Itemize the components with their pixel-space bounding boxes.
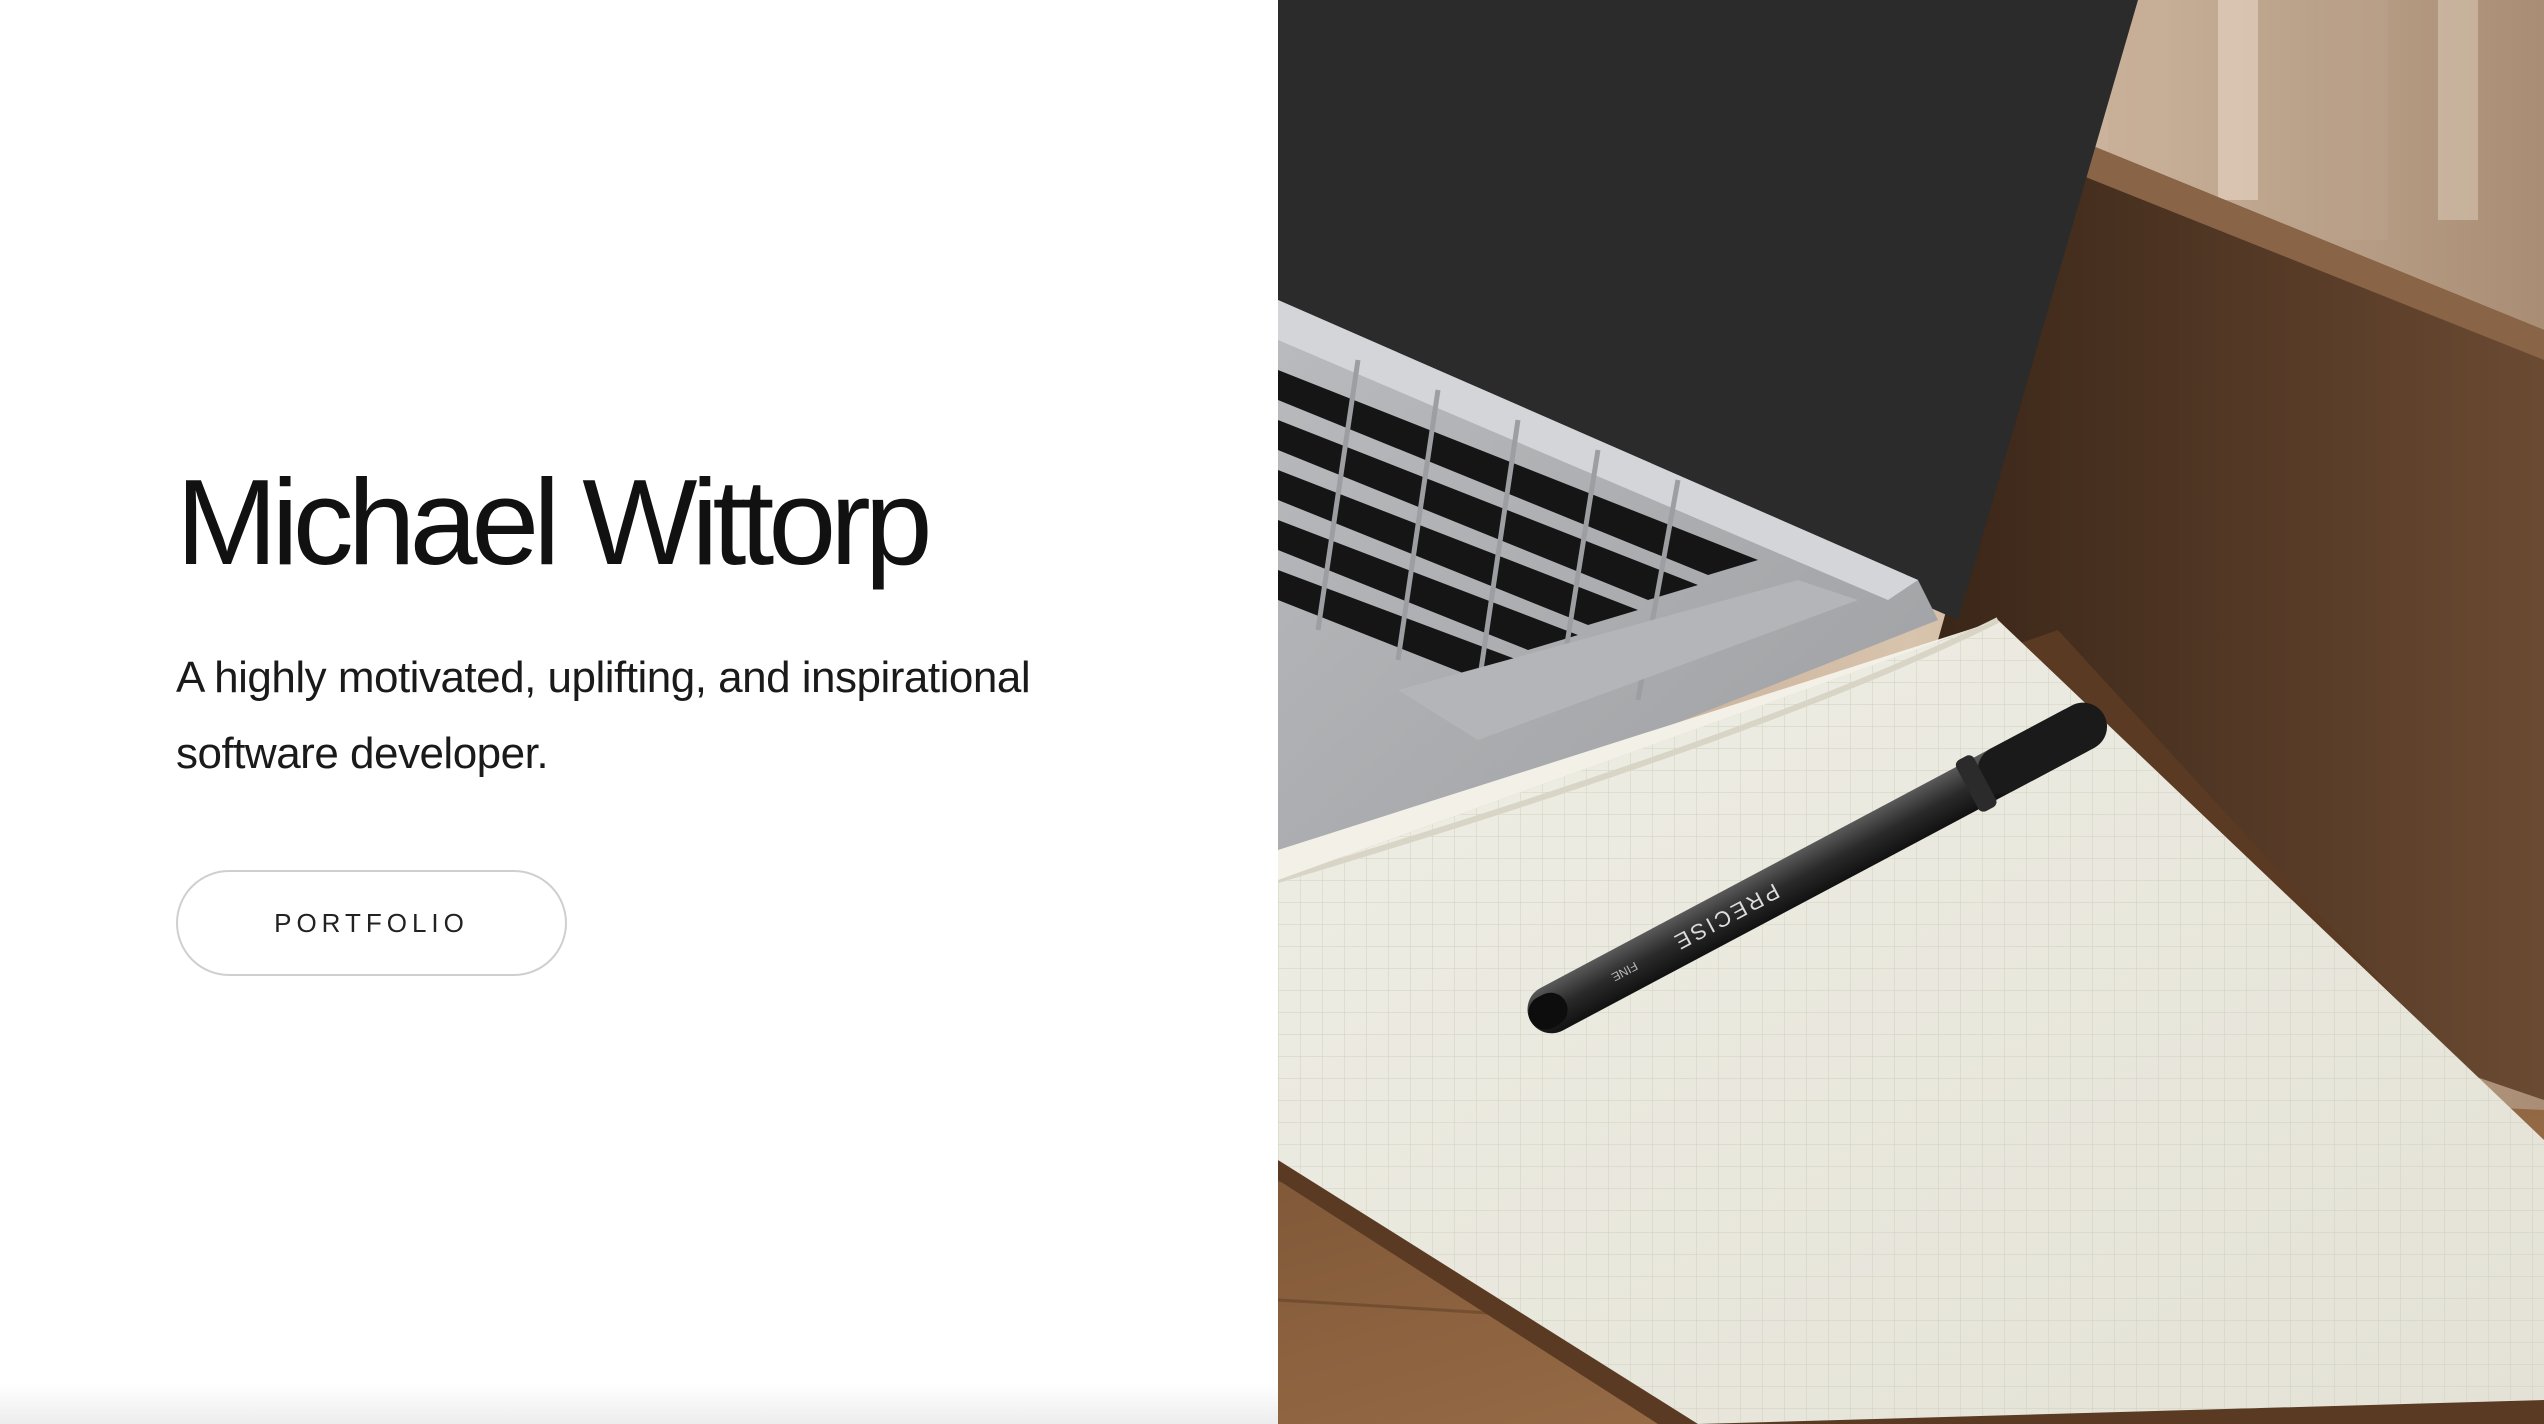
hero-photo: PRECISE FINE — [1278, 0, 2544, 1424]
desk-photo-illustration: PRECISE FINE — [1278, 0, 2544, 1424]
hero-tagline: A highly motivated, uplifting, and inspi… — [176, 640, 1076, 792]
hero-tagline-line-1: A highly motivated, uplifting, and inspi… — [176, 653, 1031, 702]
page-title: Michael Wittorp — [176, 454, 933, 590]
hero-tagline-line-2: software developer. — [176, 729, 549, 778]
portfolio-button[interactable]: PORTFOLIO — [176, 870, 567, 976]
hero-content: Michael Wittorp A highly motivated, upli… — [176, 455, 1176, 976]
page: Michael Wittorp A highly motivated, upli… — [0, 0, 2544, 1424]
hero-panel: Michael Wittorp A highly motivated, upli… — [0, 0, 1278, 1424]
